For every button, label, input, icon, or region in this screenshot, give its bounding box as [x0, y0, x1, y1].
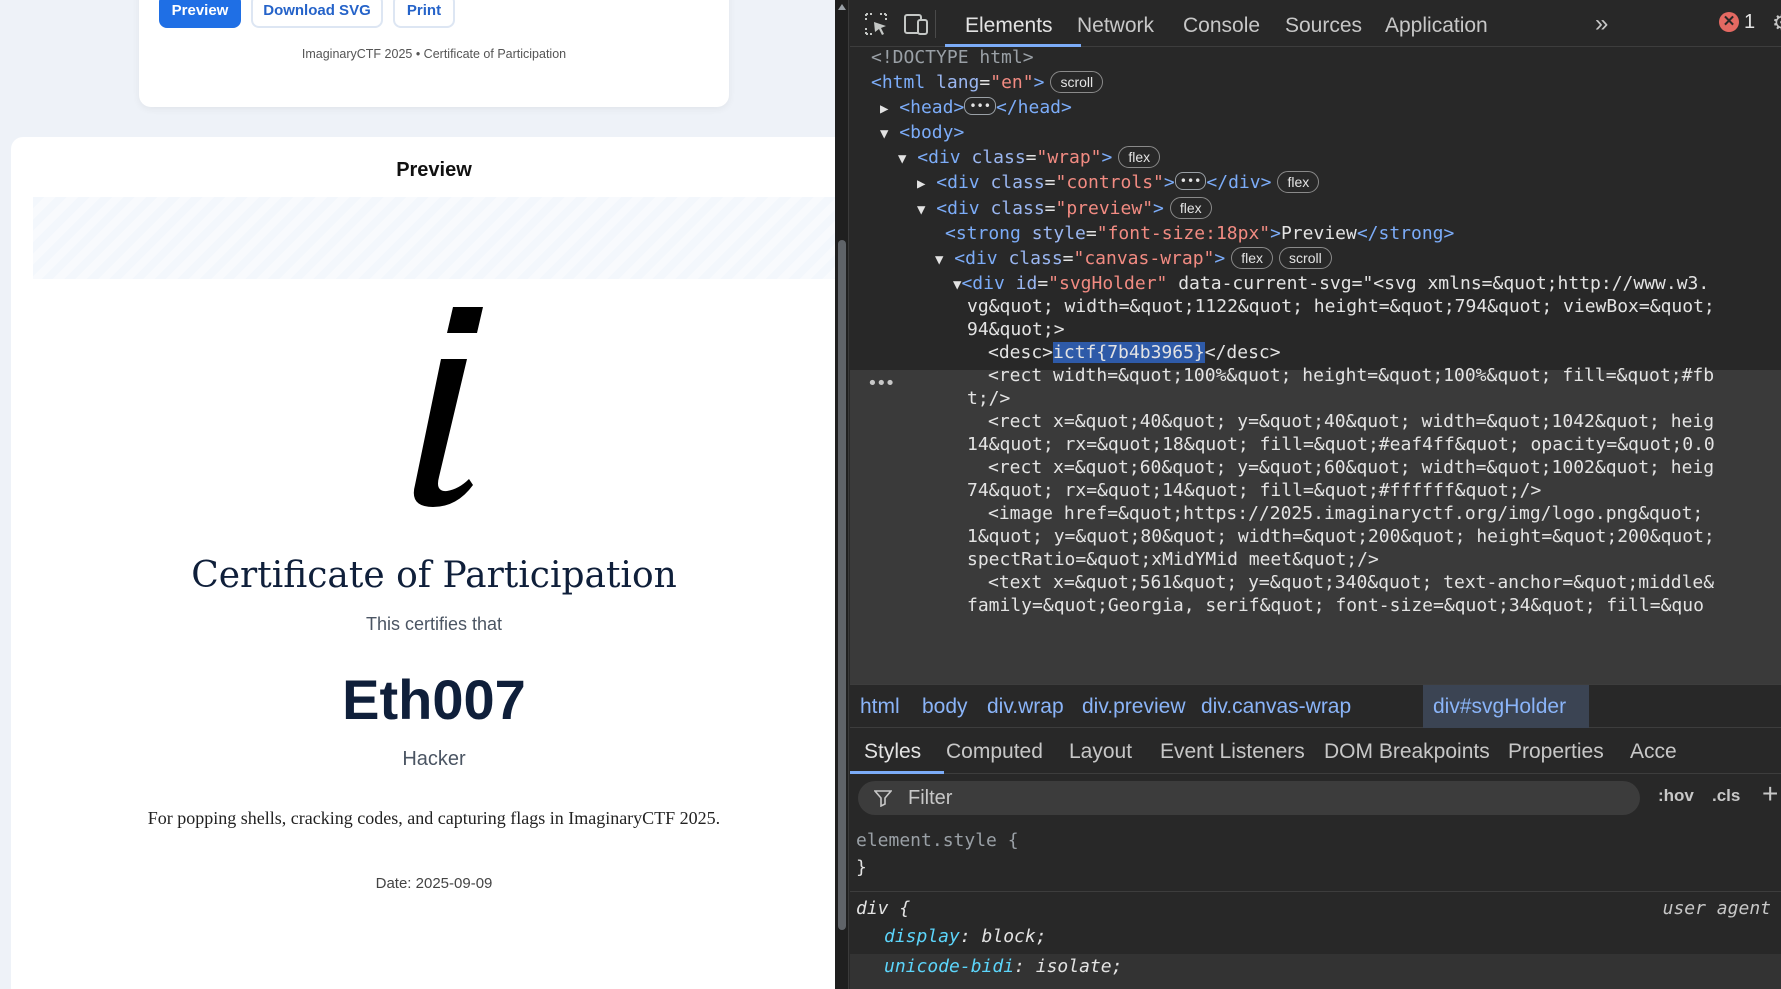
dom-line-head[interactable]: ▶ <head> ••• </head> — [880, 95, 1072, 121]
rule-divider — [850, 891, 1781, 892]
error-icon[interactable]: ✕ — [1719, 12, 1739, 32]
tab-styles[interactable]: Styles — [864, 740, 921, 764]
page-scrollbar[interactable] — [835, 0, 849, 989]
scroll-badge[interactable]: scroll — [1279, 247, 1332, 269]
flex-badge[interactable]: flex — [1118, 146, 1161, 168]
flex-badge[interactable]: flex — [1277, 171, 1320, 193]
div-rule-selector[interactable]: div { — [856, 896, 910, 922]
breadcrumb: html body div.wrap div.preview div.canva… — [850, 684, 1781, 728]
tab-sources[interactable]: Sources — [1285, 14, 1362, 38]
dom-line-div-preview[interactable]: ▼ <div class="preview"> flex — [917, 196, 1212, 222]
styles-pane[interactable]: element.style { } div { user agent displ… — [850, 824, 1781, 989]
collapse-arrow-icon[interactable]: ▼ — [898, 151, 906, 167]
inspect-element-icon[interactable] — [862, 10, 890, 38]
flex-badge[interactable]: flex — [1169, 197, 1212, 219]
crumb-body[interactable]: body — [922, 695, 968, 719]
crumb-div-canvas-wrap[interactable]: div.canvas-wrap — [1201, 695, 1351, 719]
tab-application[interactable]: Application — [1385, 14, 1488, 38]
class-toggle-button[interactable]: .cls — [1712, 786, 1740, 806]
styles-filter-bar: Filter :hov .cls + — [850, 774, 1781, 824]
dom-tree[interactable]: ••• <!DOCTYPE html> <html lang="en"> scro… — [850, 48, 1781, 684]
dom-line-body[interactable]: ▼ <body> — [880, 120, 964, 146]
certificate-role: Hacker — [402, 748, 466, 770]
tab-network[interactable]: Network — [1077, 14, 1154, 38]
user-agent-label: user agent — [1662, 898, 1771, 919]
expand-arrow-icon[interactable]: ▶ — [917, 176, 925, 192]
css-property-unicode-bidi[interactable]: unicode-bidi: isolate; — [884, 954, 1122, 980]
dom-line-strong[interactable]: <strong style="font-size:18px">Preview</… — [945, 221, 1454, 247]
dom-line-text[interactable]: family=&quot;Georgia, serif&quot; font-s… — [967, 593, 1704, 619]
dom-line-doctype[interactable]: <!DOCTYPE html> — [871, 48, 1034, 71]
flex-badge[interactable]: flex — [1231, 247, 1274, 269]
controls-card: Preview Download SVG Print ImaginaryCTF … — [139, 0, 729, 107]
styles-tabbar: Styles Computed Layout Event Listeners D… — [850, 728, 1781, 774]
collapse-arrow-icon[interactable]: ▼ — [880, 126, 888, 142]
filter-placeholder: Filter — [908, 787, 953, 809]
filter-icon — [874, 790, 892, 807]
certificate-title: Certificate of Participation — [191, 555, 677, 596]
tab-accessibility[interactable]: Acce — [1630, 740, 1677, 764]
tab-elements[interactable]: Elements — [965, 14, 1053, 38]
more-tabs-chevron-icon[interactable]: » — [1595, 10, 1608, 38]
dom-line-div-canvas-wrap[interactable]: ▼ <div class="canvas-wrap"> flex scroll — [935, 246, 1332, 272]
page-viewport: Preview Download SVG Print ImaginaryCTF … — [0, 0, 835, 989]
tab-computed[interactable]: Computed — [946, 740, 1043, 764]
controls-footer-text: ImaginaryCTF 2025 • Certificate of Parti… — [301, 47, 567, 61]
crumb-div-svgholder[interactable]: div#svgHolder — [1433, 695, 1566, 719]
node-actions-ellipsis-icon[interactable]: ••• — [867, 373, 895, 394]
preview-button[interactable]: Preview — [159, 0, 241, 28]
new-style-rule-button[interactable]: + — [1762, 778, 1778, 810]
scrollbar-thumb[interactable] — [838, 240, 846, 930]
css-property-display[interactable]: display: block; — [884, 924, 1047, 950]
flag-text-selection[interactable]: ictf{7b4b3965} — [1053, 342, 1205, 363]
scroll-badge[interactable]: scroll — [1050, 71, 1104, 93]
imaginaryctf-logo-icon — [413, 307, 483, 507]
certificate-date: Date: 2025-09-09 — [375, 875, 493, 892]
active-tab-indicator — [945, 44, 1081, 47]
dom-line-div-controls[interactable]: ▶ <div class="controls"> ••• </div> flex — [917, 170, 1320, 196]
device-toolbar-icon[interactable] — [902, 10, 930, 38]
download-svg-button[interactable]: Download SVG — [251, 0, 383, 28]
tab-event-listeners[interactable]: Event Listeners — [1160, 740, 1305, 764]
settings-icon[interactable]: ⚙ — [1772, 10, 1781, 36]
scroll-up-arrow-icon[interactable] — [838, 4, 846, 10]
certificate-recipient-name: Eth007 — [342, 668, 526, 731]
tab-properties[interactable]: Properties — [1508, 740, 1604, 764]
rule-close-brace: } — [856, 857, 867, 878]
tab-layout[interactable]: Layout — [1069, 740, 1132, 764]
toolbar-divider — [935, 10, 936, 38]
devtools-panel: Elements Network Console Sources Applica… — [835, 0, 1781, 989]
crumb-html[interactable]: html — [860, 695, 900, 719]
devtools-toolbar: Elements Network Console Sources Applica… — [850, 0, 1781, 47]
tab-dom-breakpoints[interactable]: DOM Breakpoints — [1324, 740, 1490, 764]
certificate-certifies-text: This certifies that — [365, 614, 503, 634]
collapsed-ellipsis-icon[interactable]: ••• — [964, 97, 996, 115]
preview-heading: Preview — [396, 159, 472, 181]
dom-line-html[interactable]: <html lang="en"> scroll — [871, 70, 1104, 96]
crumb-div-wrap[interactable]: div.wrap — [987, 695, 1064, 719]
crumb-div-preview[interactable]: div.preview — [1082, 695, 1185, 719]
canvas-background — [33, 197, 835, 279]
collapse-arrow-icon[interactable]: ▼ — [917, 202, 925, 218]
dom-line-div-wrap[interactable]: ▼ <div class="wrap"> flex — [898, 145, 1161, 171]
expand-arrow-icon[interactable]: ▶ — [880, 101, 888, 117]
element-style-selector[interactable]: element.style { — [856, 828, 1019, 854]
dom-line-svg-attr[interactable]: vg&quot; width=&quot;1122&quot; height=&… — [967, 294, 1715, 320]
certificate-reason: For popping shells, cracking codes, and … — [147, 808, 721, 828]
tab-console[interactable]: Console — [1183, 14, 1260, 38]
error-count[interactable]: 1 — [1744, 11, 1755, 34]
collapsed-ellipsis-icon[interactable]: ••• — [1174, 172, 1207, 190]
collapse-arrow-icon[interactable]: ▼ — [935, 252, 943, 268]
hover-state-button[interactable]: :hov — [1658, 786, 1694, 806]
print-button[interactable]: Print — [393, 0, 455, 28]
dom-line-rect[interactable]: <rect width=&quot;100%&quot; height=&quo… — [988, 363, 1714, 389]
preview-panel: Preview Certificate of Participation Thi… — [11, 137, 835, 989]
styles-filter-input[interactable]: Filter — [858, 781, 1640, 815]
